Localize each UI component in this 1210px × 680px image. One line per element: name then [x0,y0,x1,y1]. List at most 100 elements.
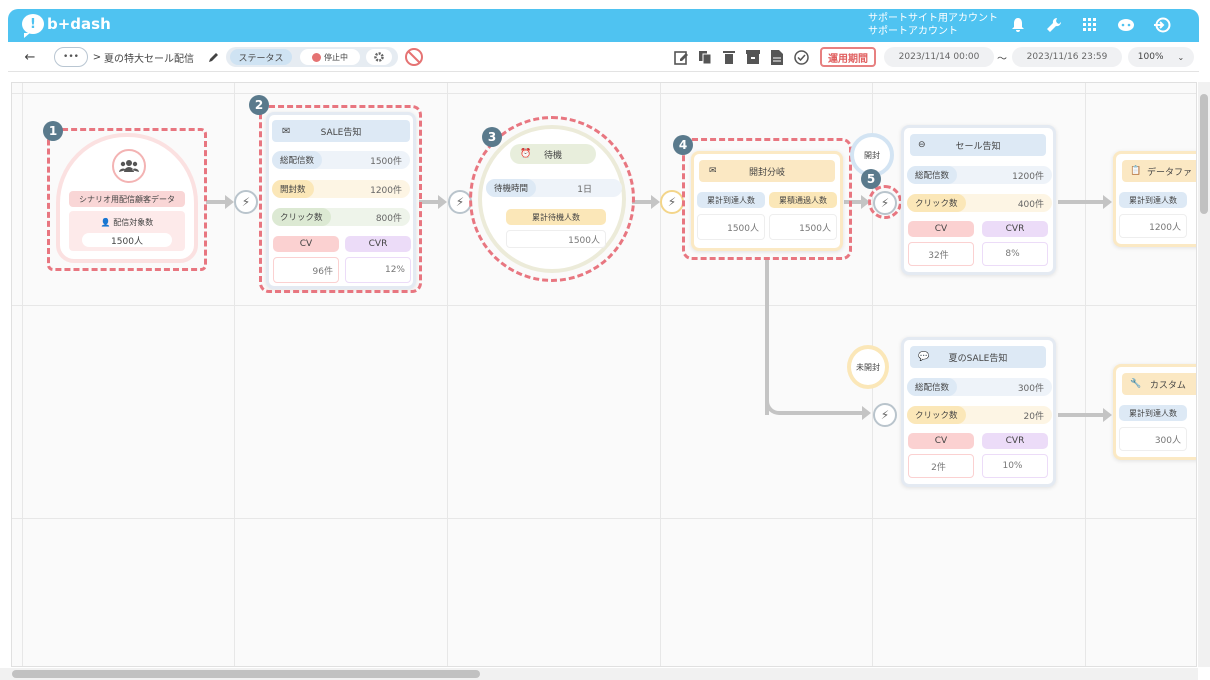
horizontal-scroll-thumb[interactable] [12,670,480,678]
period-button[interactable]: 運用期間 [820,47,876,67]
wait-time-value: 1日 [577,184,592,195]
chevron-down-icon: ⌄ [1177,52,1185,62]
edit-note-icon[interactable] [672,47,690,67]
stop-icon [312,52,321,62]
data-file-node[interactable]: 📋 データファ 累計到達人数 1200人 [1113,151,1196,247]
sent-label: 総配信数 [907,378,958,396]
wait-header: ⏰ 待機 [510,144,596,164]
wait-title: 待機 [543,150,562,161]
flow-canvas[interactable]: シナリオ用配信顧客データ 👤 配信対象数 1500人 1 ⚡ ✉ SALE告知 総… [11,82,1197,667]
cvr-value: 12% [345,257,411,283]
branch-passed-value: 1500人 [769,214,837,240]
horizontal-scrollbar[interactable] [0,668,1198,680]
wait-node[interactable]: ⏰ 待機 待機時間 1日 累計待機人数 1500人 [478,125,626,273]
document-icon[interactable] [768,47,786,67]
branch-passed-label: 累積通過人数 [769,192,837,208]
summer-title: 夏のSALE告知 [948,353,1008,364]
cv-label: CV [908,433,974,449]
sent-value: 1200件 [1012,171,1044,182]
data-title: データファ [1146,167,1192,178]
connector-arrow [1058,408,1112,422]
start-date-input[interactable]: 2023/11/14 00:00 [884,47,994,67]
cv-value: 32件 [908,242,974,266]
wrench-icon[interactable] [1044,15,1064,35]
data-header: 📋 データファ [1122,160,1196,182]
summer-sale-node[interactable]: 💬 夏のSALE告知 総配信数 300件 クリック数 20件 CV CVR 2件 10… [901,337,1056,487]
sale2-row-sent: 総配信数 1200件 [907,166,1052,184]
account-name: サポートサイト用アカウント [868,13,998,24]
wait-acc-value: 1500人 [506,230,606,248]
trigger-bolt-icon[interactable]: ⚡ [660,190,684,214]
cv-value: 96件 [273,257,339,283]
check-circle-icon[interactable] [792,47,810,67]
cvr-label: CVR [982,433,1048,449]
copy-icon[interactable] [696,47,714,67]
branch-reached-label: 累計到達人数 [697,192,765,208]
cv-label: CV [273,236,339,252]
vertical-scroll-thumb[interactable] [1200,94,1208,214]
segment-node[interactable]: シナリオ用配信顧客データ 👤 配信対象数 1500人 [56,133,198,263]
connector-arrow [844,195,870,209]
scenario-toolbar: ← ••• > 夏の特大セール配信 ステータス 停止中 運用期間 2023/11… [8,42,1199,72]
step-badge-4: 4 [673,135,693,155]
back-button[interactable]: ← [22,47,38,67]
bell-icon[interactable] [1008,15,1028,35]
trigger-bolt-icon[interactable]: ⚡ [234,190,258,214]
custom-reached-label: 累計到達人数 [1119,405,1187,421]
logo[interactable]: ! b+dash [22,14,111,38]
zoom-select[interactable]: 100% ⌄ [1128,47,1194,67]
end-date-input[interactable]: 2023/11/16 23:59 [1012,47,1122,67]
cvr-value: 10% [982,454,1048,478]
breadcrumb-separator: > [92,51,102,63]
click-label: クリック数 [907,194,966,212]
status-group: ステータス 停止中 [226,47,398,67]
vertical-scrollbar[interactable] [1198,82,1210,667]
trigger-bolt-icon[interactable]: ⚡ [873,403,897,427]
delete-icon[interactable] [720,47,738,67]
archive-icon[interactable] [744,47,762,67]
no-sending-icon[interactable] [403,46,425,68]
branch-line [765,257,769,415]
segment-count-value: 1500人 [82,233,172,247]
trigger-bolt-icon[interactable]: ⚡ [873,191,897,215]
cv-value: 2件 [908,454,974,478]
click-label: クリック数 [907,406,966,424]
person-icon: 👤 [100,218,111,227]
settings-gear-icon[interactable] [366,49,392,65]
scenario-name: 夏の特大セール配信 [104,53,194,65]
logout-icon[interactable] [1152,15,1172,35]
custom-node[interactable]: 🔧 カスタム 累計到達人数 300人 [1113,364,1196,460]
wait-acc-label: 累計待機人数 [506,209,606,225]
sale-mail-node[interactable]: ✉ SALE告知 総配信数 1500件 開封数 1200件 クリック数 800件 CV … [266,112,416,289]
sent-label: 総配信数 [907,166,958,184]
step-badge-1: 1 [43,121,63,141]
sale-row-sent: 総配信数 1500件 [272,151,410,169]
edit-pencil-icon[interactable] [206,49,222,65]
logo-text: b+dash [47,15,111,33]
sale-notice-node[interactable]: ⊖ セール告知 総配信数 1200件 クリック数 400件 CV CVR 32件 8% [901,125,1056,275]
open-branch-node[interactable]: ✉ 開封分岐 累計到達人数 累積通過人数 1500人 1500人 [691,151,843,251]
cvr-value: 8% [982,242,1048,266]
more-button[interactable]: ••• [54,47,88,67]
step-badge-2: 2 [249,95,269,115]
status-toggle[interactable]: 停止中 [300,49,360,65]
step-badge-5: 5 [861,169,881,189]
custom-header: 🔧 カスタム [1122,373,1196,395]
apps-grid-icon[interactable] [1080,15,1100,35]
trigger-bolt-icon[interactable]: ⚡ [448,190,472,214]
sale-header: ✉ SALE告知 [272,120,410,142]
open-label: 開封数 [272,180,314,198]
branch-title: 開封分岐 [748,167,785,178]
wait-time-row: 待機時間 1日 [486,179,622,197]
support-chat-icon[interactable] [1116,15,1136,35]
click-value: 800件 [375,213,402,224]
chat-icon: 💬 [918,352,930,362]
account-info[interactable]: サポートサイト用アカウント サポートアカウント [868,12,998,38]
sale2-title: セール告知 [955,141,1001,152]
branch-reached-value: 1500人 [697,214,765,240]
summer-header: 💬 夏のSALE告知 [910,346,1046,368]
cvr-label: CVR [982,221,1048,237]
cvr-label: CVR [345,236,411,252]
segment-count-panel: 👤 配信対象数 1500人 [69,211,185,251]
minus-circle-icon: ⊖ [918,140,926,150]
